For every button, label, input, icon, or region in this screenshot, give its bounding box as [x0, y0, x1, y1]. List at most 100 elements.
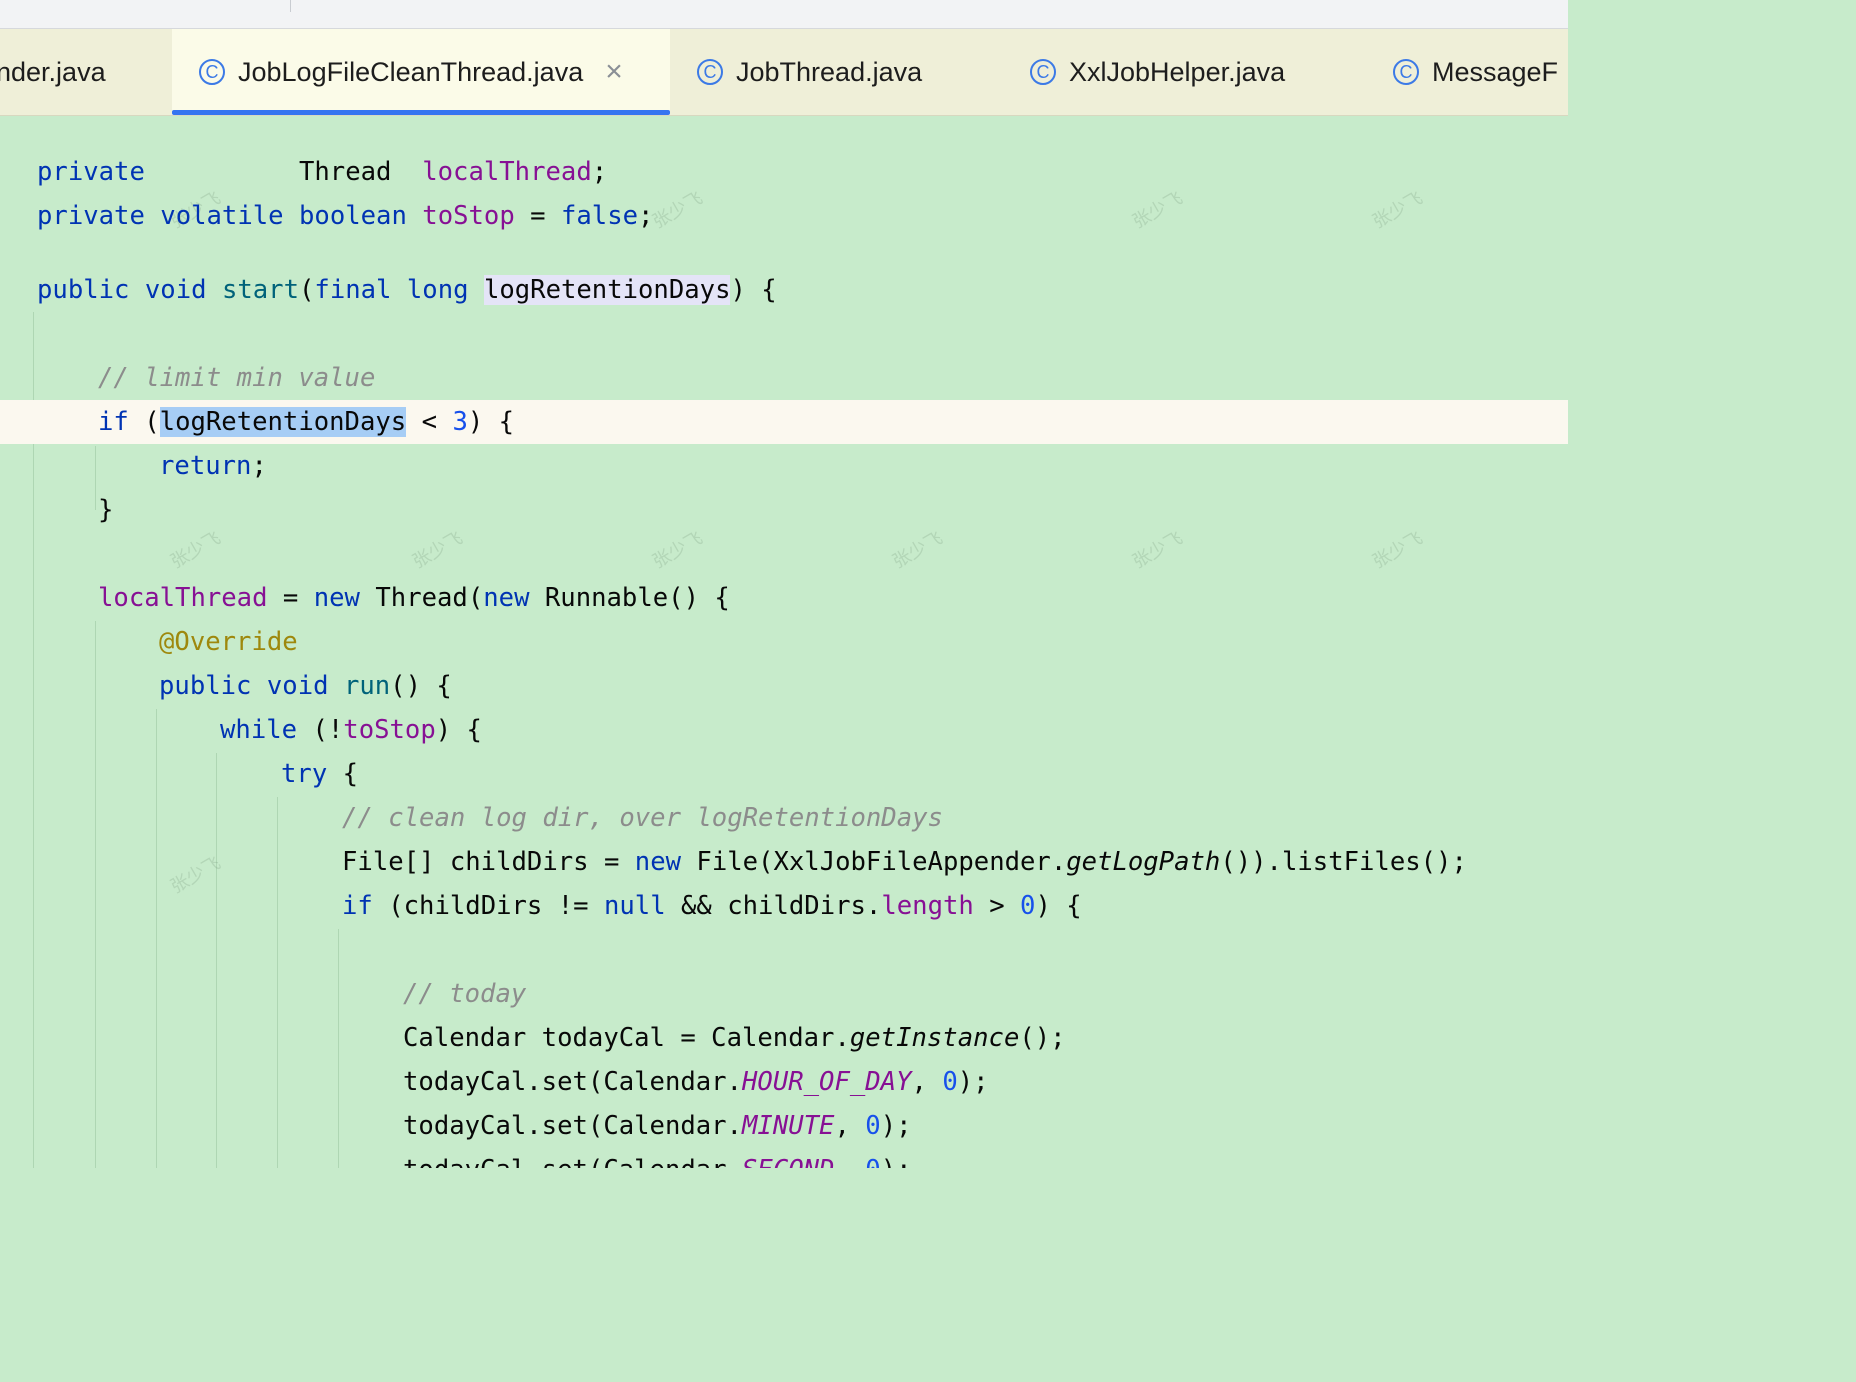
code-line: @Override	[0, 620, 1568, 664]
number: 0	[1020, 891, 1036, 921]
keyword: long	[406, 275, 469, 305]
code-text: ()).listFiles();	[1220, 847, 1467, 877]
keyword: new	[313, 583, 360, 613]
code-text: ,	[834, 1111, 866, 1141]
code-text: ) {	[435, 715, 482, 745]
code-editor[interactable]: 张少飞 张少飞 张少飞 张少飞 张少飞 张少飞 张少飞 张少飞 张少飞 张少飞 …	[0, 116, 1568, 1168]
code-text: && childDirs.	[665, 891, 882, 921]
class-icon: C	[1393, 59, 1419, 85]
code-text: ) {	[1035, 891, 1082, 921]
code-line: return;	[0, 444, 1568, 488]
code-text: (!	[297, 715, 344, 745]
code-line: todayCal.set(Calendar.SECOND, 0);	[0, 1148, 1568, 1168]
static-field: HOUR_OF_DAY	[742, 1067, 912, 1097]
tab-label: XxlJobHelper.java	[1069, 56, 1286, 87]
static-method: getInstance	[849, 1023, 1020, 1053]
code-text: Runnable() {	[529, 583, 730, 613]
field: toStop	[422, 201, 515, 231]
code-line: Calendar todayCal = Calendar.getInstance…	[0, 1016, 1568, 1060]
toolbar-separator	[290, 0, 291, 12]
code-line: public void run() {	[0, 664, 1568, 708]
field: localThread	[422, 157, 592, 187]
keyword: false	[560, 201, 639, 231]
code-text: ,	[911, 1067, 943, 1097]
static-field: SECOND	[742, 1155, 834, 1168]
code-line: while (!toStop) {	[0, 708, 1568, 752]
parameter-highlight[interactable]: logRetentionDays	[483, 275, 731, 305]
tab-label: JobLogFileCleanThread.java	[238, 56, 584, 87]
keyword: private	[37, 201, 145, 231]
field: toStop	[343, 715, 436, 745]
code-text: todayCal.set(Calendar.	[403, 1155, 742, 1168]
tab-jobthread[interactable]: C JobThread.java	[697, 29, 922, 115]
code-text: );	[881, 1155, 912, 1168]
method-name: run	[343, 671, 391, 701]
keyword: new	[634, 847, 682, 877]
code-text: Thread	[144, 157, 423, 187]
comment: // limit min value	[98, 363, 376, 393]
code-text: ;	[638, 201, 654, 231]
tab-appender[interactable]: nder.java	[0, 29, 168, 115]
tab-messagefactory[interactable]: C MessageF	[1393, 29, 1558, 115]
code-line: localThread = new Thread(new Runnable() …	[0, 576, 1568, 620]
comment: // today	[403, 979, 527, 1009]
keyword: boolean	[299, 201, 407, 231]
keyword: if	[342, 891, 373, 921]
tab-label: MessageF	[1432, 56, 1559, 87]
ide-window: { "tabs": [ {"label": "nder.java", "icon…	[0, 0, 1568, 1168]
annotation: @Override	[159, 627, 298, 657]
code-line-caret: if (logRetentionDays < 3) {	[0, 400, 1568, 444]
code-line: // today	[0, 972, 1568, 1016]
code-text: ;	[251, 451, 267, 481]
code-line: if (childDirs != null && childDirs.lengt…	[0, 884, 1568, 928]
keyword: while	[220, 715, 298, 745]
code-line: private Thread localThread;	[0, 150, 1568, 194]
keyword: final	[314, 275, 392, 305]
code-text: }	[98, 495, 114, 525]
code-line: // clean log dir, over logRetentionDays	[0, 796, 1568, 840]
tab-joblogfilecleanthread[interactable]: C JobLogFileCleanThread.java ×	[172, 29, 670, 115]
code-text: ) {	[467, 407, 515, 437]
code-text: );	[957, 1067, 989, 1097]
selected-text[interactable]: logRetentionDays	[159, 407, 407, 437]
code-text: <	[406, 407, 453, 437]
field: localThread	[98, 583, 268, 613]
keyword: void	[144, 275, 207, 305]
code-text: >	[973, 891, 1021, 921]
static-method: getLogPath	[1066, 847, 1221, 877]
code-text: File[] childDirs =	[342, 847, 635, 877]
keyword: if	[98, 407, 129, 437]
close-icon[interactable]: ×	[605, 57, 623, 87]
comment: // clean log dir, over logRetentionDays	[342, 803, 943, 833]
field: length	[881, 891, 974, 921]
keyword: public	[159, 671, 252, 701]
tab-label: nder.java	[0, 56, 106, 87]
number: 0	[865, 1111, 881, 1141]
code-text: () {	[390, 671, 452, 701]
keyword: return	[159, 451, 252, 481]
keyword: void	[266, 671, 329, 701]
class-icon: C	[697, 59, 723, 85]
code-line: }	[0, 488, 1568, 532]
static-field: MINUTE	[742, 1111, 835, 1141]
number: 0	[865, 1155, 880, 1168]
code-text: (childDirs !=	[372, 891, 604, 921]
code-text: (	[128, 407, 160, 437]
tab-xxljobhelper[interactable]: C XxlJobHelper.java	[1030, 29, 1285, 115]
keyword: private	[37, 157, 145, 187]
code-text: {	[327, 759, 359, 789]
code-text: =	[267, 583, 314, 613]
number: 0	[942, 1067, 958, 1097]
code-line: todayCal.set(Calendar.HOUR_OF_DAY, 0);	[0, 1060, 1568, 1104]
keyword: try	[281, 759, 328, 789]
code-text: todayCal.set(Calendar.	[403, 1111, 742, 1141]
class-icon: C	[199, 59, 225, 85]
code-text: =	[514, 201, 561, 231]
code-text: ,	[834, 1155, 865, 1168]
code-text: todayCal.set(Calendar.	[403, 1067, 742, 1097]
